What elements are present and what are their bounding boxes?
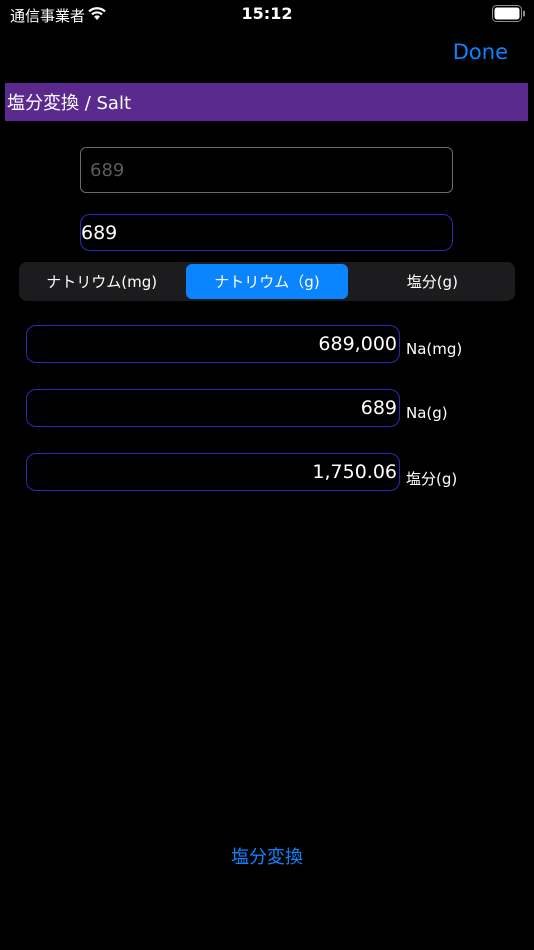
page-title: 塩分変換 / Salt [7,93,132,114]
status-time: 15:12 [241,4,293,23]
done-button[interactable]: Done [453,40,508,64]
battery-icon [492,5,525,22]
result-salt-g-value: 1,750.06 [26,453,400,491]
amount-entry-input[interactable] [80,147,453,193]
segment-sodium-g[interactable]: ナトリウム（g) [186,264,348,299]
salt-converter-screen: 通信事業者 15:12 Done 塩分変換 / Salt ナトリウム(mg) ナ… [0,0,534,950]
current-amount-field[interactable] [80,214,453,251]
result-sodium-mg-value: 689,000 [26,325,400,363]
segment-sodium-mg[interactable]: ナトリウム(mg) [21,264,182,299]
segment-salt-g[interactable]: 塩分(g) [352,264,513,299]
result-sodium-g-unit: Na(g) [406,404,448,422]
result-salt-g-unit: 塩分(g) [406,470,458,488]
unit-segmented-control: ナトリウム(mg) ナトリウム（g) 塩分(g) [19,262,515,301]
status-bar: 通信事業者 15:12 [0,0,534,30]
result-sodium-g-value: 689 [26,389,400,427]
result-sodium-mg-unit: Na(mg) [406,340,463,358]
title-bar: 塩分変換 / Salt [5,83,528,121]
salt-convert-link[interactable]: 塩分変換 [0,843,534,869]
